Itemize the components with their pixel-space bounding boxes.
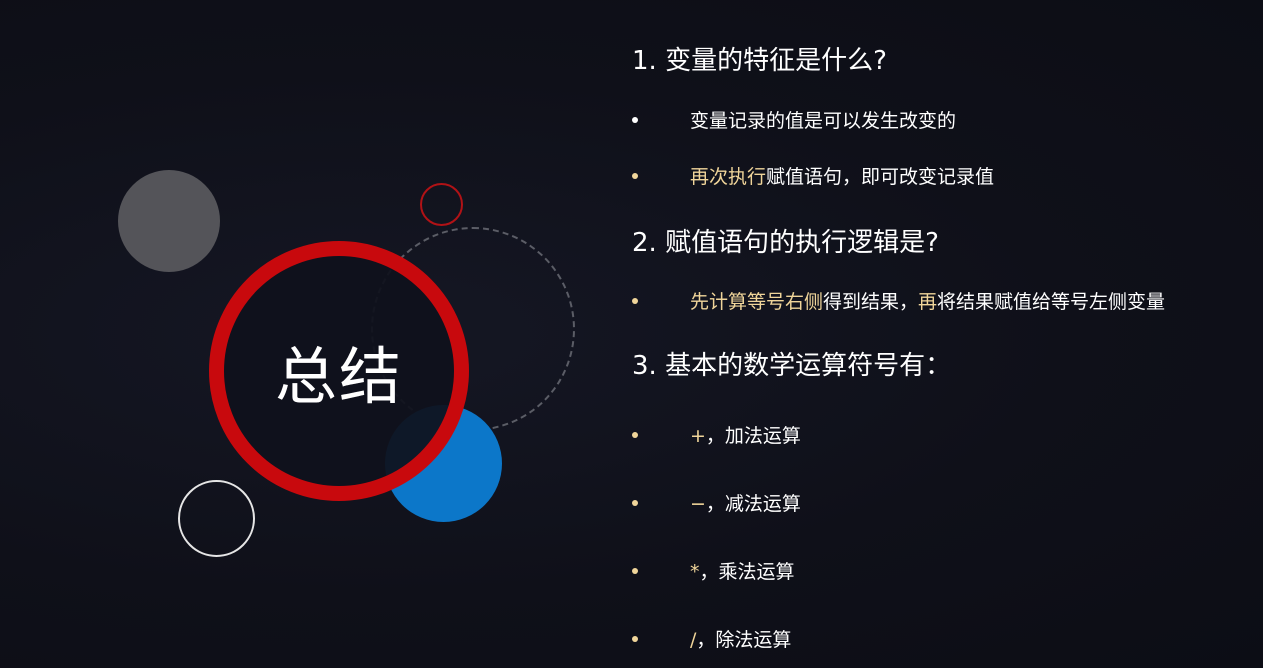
bullet-text: 先计算等号右侧得到结果，再将结果赋值给等号左侧变量: [690, 287, 1165, 314]
question-1-heading: 1. 变量的特征是什么?: [632, 46, 887, 76]
highlight-text: 再: [918, 291, 938, 313]
bullet-text: *，乘法运算: [690, 557, 795, 584]
bullet-text: 再次执行赋值语句，即可改变记录值: [690, 162, 994, 189]
bullet-dot: [632, 500, 638, 506]
highlight-text: 再次执行: [690, 166, 767, 188]
plain-text: 得到结果，: [823, 291, 919, 313]
bullet-dot: [632, 117, 638, 123]
summary-content: 1. 变量的特征是什么? 变量记录的值是可以发生改变的 再次执行赋值语句，即可改…: [0, 0, 1263, 668]
operator-symbol: *: [690, 561, 700, 583]
question-2-heading: 2. 赋值语句的执行逻辑是?: [632, 228, 939, 258]
bullet-text: 变量记录的值是可以发生改变的: [690, 110, 957, 132]
operator-symbol: −: [690, 493, 706, 515]
plain-text: 将结果赋值给等号左侧变量: [937, 291, 1166, 313]
bullet-text: −，减法运算: [690, 489, 801, 516]
bullet-dot: [632, 636, 638, 642]
operator-symbol: +: [690, 425, 706, 447]
bullet-dot: [632, 432, 638, 438]
plain-text: 赋值语句，即可改变记录值: [766, 166, 995, 188]
operator-description: ，加法运算: [705, 425, 801, 447]
bullet-text: /，除法运算: [690, 625, 791, 652]
question-3-heading: 3. 基本的数学运算符号有：: [632, 351, 952, 381]
operator-description: ，除法运算: [696, 629, 792, 651]
bullet-dot: [632, 173, 638, 179]
operator-description: ，乘法运算: [699, 561, 795, 583]
operator-description: ，减法运算: [705, 493, 801, 515]
bullet-text: +，加法运算: [690, 421, 801, 448]
bullet-dot: [632, 568, 638, 574]
highlight-text: 先计算等号右侧: [690, 291, 824, 313]
bullet-dot: [632, 298, 638, 304]
slide: 总结 1. 变量的特征是什么? 变量记录的值是可以发生改变的 再次执行赋值语句，…: [0, 0, 1263, 668]
